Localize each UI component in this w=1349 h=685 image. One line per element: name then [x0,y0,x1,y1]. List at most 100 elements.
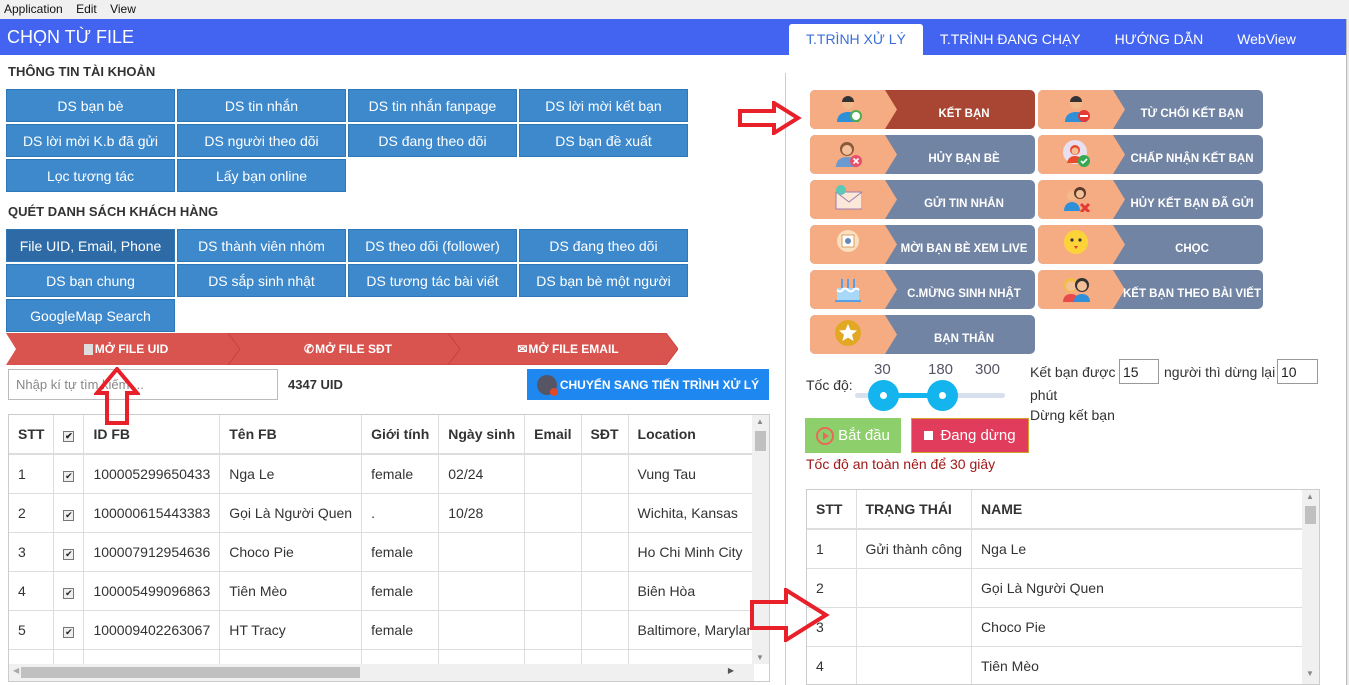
function-button-label: KẾT BẠN [938,108,990,120]
status-row[interactable]: 3 Choco Pie [807,607,1303,647]
suggested-friends-button[interactable]: DS bạn đề xuất [519,124,688,157]
post-interactions-button[interactable]: DS tương tác bài viết [348,264,517,297]
messages-list-button[interactable]: DS tin nhắn [177,89,346,122]
table-row[interactable]: 5 ✔ 100009402263067 HT Tracy female Baltimore… [9,610,769,650]
person-friends-button[interactable]: DS bạn bè một người [519,264,688,297]
col-gender[interactable]: Giới tính [361,415,440,455]
status-row[interactable]: 2 Gọi Là Người Quen [807,568,1303,608]
file-uid-email-phone-button[interactable]: File UID, Email, Phone [6,229,175,262]
followers-button[interactable]: DS người theo dõi [177,124,346,157]
menu-application[interactable]: Application [0,0,67,16]
open-file-uid-button[interactable]: MỞ FILE UID [16,333,236,365]
function-button-4[interactable]: CHẤP NHẬN KẾT BẠN [1038,135,1263,174]
online-friends-button[interactable]: Lấy bạn online [177,159,346,192]
scroll-right-icon[interactable]: ▶ [728,666,734,675]
stop-button[interactable]: Đang dừng [911,418,1029,453]
row-checkbox[interactable]: ✔ [63,509,75,521]
col-location[interactable]: Location [628,415,769,455]
open-file-email-button[interactable]: ✉ MỞ FILE EMAIL [458,333,678,365]
tab-webview[interactable]: WebView [1220,24,1313,55]
row-checkbox[interactable]: ✔ [63,470,75,482]
play-icon [816,426,835,445]
function-button-2[interactable]: TỪ CHỐI KẾT BẠN [1038,90,1263,129]
scroll-thumb[interactable] [755,431,766,451]
speed-slider-low-handle[interactable] [868,380,899,411]
open-file-phone-button[interactable]: ✆ MỞ FILE SĐT [238,333,458,365]
friends-list-button[interactable]: DS bạn bè [6,89,175,122]
cell-check[interactable]: ✔ [53,571,85,611]
start-button[interactable]: Bắt đầu [805,418,901,453]
friend-requests-button[interactable]: DS lời mời kết bạn [519,89,688,122]
switch-to-process-button[interactable]: CHUYỂN SANG TIẾN TRÌNH XỬ LÝ [527,369,769,400]
scroll-down-icon[interactable]: ▼ [756,653,764,662]
col-check[interactable]: ✔ [53,415,85,455]
table-row[interactable]: 1 ✔ 100005299650433 Nga Le female 02/24 Vung T… [9,454,769,494]
table-row[interactable]: 2 ✔ 100000615443383 Gọi Là Người Quen. 10/28… [9,493,769,533]
tab-guide[interactable]: HƯỚNG DẪN [1098,24,1221,55]
scroll-up-icon[interactable]: ▲ [756,417,764,426]
menu-edit[interactable]: Edit [72,0,101,16]
status-row[interactable]: 1 Gửi thành công Nga Le [807,529,1303,569]
upcoming-birthdays-button[interactable]: DS sắp sinh nhật [177,264,346,297]
function-button-10[interactable]: KẾT BẠN THEO BÀI VIẾT [1038,270,1263,309]
function-button-3[interactable]: HỦY BẠN BÈ [810,135,1035,174]
select-all-checkbox[interactable]: ✔ [63,431,75,442]
scroll-left-icon[interactable]: ◀ [13,666,19,675]
follower-list-button[interactable]: DS theo dõi (follower) [348,229,517,262]
sent-requests-button[interactable]: DS lời mời K.b đã gửi [6,124,175,157]
row-checkbox[interactable]: ✔ [63,626,75,638]
tab-running[interactable]: T.TRÌNH ĐANG CHẠY [923,24,1098,55]
function-button-1[interactable]: KẾT BẠN [810,90,1035,129]
function-button-label: KẾT BẠN THEO BÀI VIẾT [1122,288,1261,300]
scroll-down-icon[interactable]: ▼ [1306,669,1314,678]
menu-view[interactable]: View [106,0,140,16]
col-status-state[interactable]: TRẠNG THÁI [856,490,973,530]
scroll-thumb[interactable] [1305,506,1316,524]
uid-table-hscroll[interactable]: ◀ ▶ [9,664,754,681]
menu-bar: Application Edit View [0,0,1349,19]
function-button-6[interactable]: HỦY KẾT BẠN ĐÃ GỬI [1038,180,1263,219]
function-button-9[interactable]: C.MỪNG SINH NHẬT [810,270,1035,309]
cell-check[interactable]: ✔ [53,454,85,494]
scroll-up-icon[interactable]: ▲ [1306,492,1314,501]
col-email[interactable]: Email [524,415,582,455]
row-checkbox[interactable]: ✔ [63,587,75,599]
col-name[interactable]: Tên FB [219,415,363,455]
speed-slider-high-handle[interactable] [927,380,958,411]
col-stt[interactable]: STT [9,415,55,455]
status-table-header: STT TRẠNG THÁI NAME [807,490,1303,530]
col-status-stt[interactable]: STT [807,490,857,530]
following-button[interactable]: DS đang theo dõi [348,124,517,157]
row-checkbox[interactable]: ✔ [63,548,75,560]
function-button-5[interactable]: GỬI TIN NHẮN [810,180,1035,219]
googlemap-search-button[interactable]: GoogleMap Search [6,299,175,332]
table-row[interactable]: 4 ✔ 100005499096863 Tiên Mèo female Biên Hòa [9,571,769,611]
friend-count-input[interactable] [1119,359,1159,384]
mutual-friends-button[interactable]: DS bạn chung [6,264,175,297]
table-row[interactable]: 3 ✔ 100007912954636 Choco Pie female Ho Chi M… [9,532,769,572]
status-row[interactable]: 4 Tiên Mèo [807,646,1303,684]
cell-check[interactable]: ✔ [53,493,85,533]
group-members-button[interactable]: DS thành viên nhóm [177,229,346,262]
col-phone[interactable]: SĐT [581,415,629,455]
cell-check[interactable]: ✔ [53,532,85,572]
pause-minutes-input[interactable] [1277,359,1318,384]
col-birthday[interactable]: Ngày sinh [438,415,526,455]
fanpage-messages-button[interactable]: DS tin nhắn fanpage [348,89,517,122]
cell-name: Tiên Mèo [219,571,363,611]
cell-phone [581,610,629,650]
function-button-7[interactable]: MỜI BẠN BÈ XEM LIVE [810,225,1035,264]
following-list-button[interactable]: DS đang theo dõi [519,229,688,262]
account-buttons: DS bạn bè DS tin nhắn DS tin nhắn fanpag… [6,89,688,192]
cancel-request-icon [1064,187,1090,212]
start-label: Bắt đầu [838,427,890,444]
tab-processing[interactable]: T.TRÌNH XỬ LÝ [789,24,923,55]
function-button-11[interactable]: BẠN THÂN [810,315,1035,354]
search-input[interactable] [8,369,278,400]
cell-check[interactable]: ✔ [53,610,85,650]
status-table-vscroll[interactable]: ▲ ▼ [1302,490,1319,684]
filter-interactions-button[interactable]: Lọc tương tác [6,159,175,192]
function-button-8[interactable]: CHỌC [1038,225,1263,264]
hscroll-thumb[interactable] [21,667,360,678]
col-status-name[interactable]: NAME [971,490,1303,530]
